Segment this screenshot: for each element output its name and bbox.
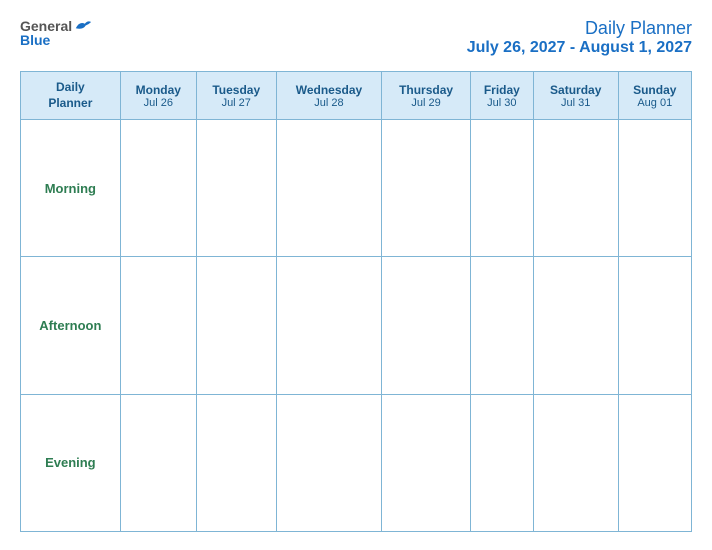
col-sunday: Sunday Aug 01 [618, 72, 691, 120]
evening-saturday[interactable] [533, 394, 618, 531]
col-wednesday: Wednesday Jul 28 [276, 72, 382, 120]
evening-sunday[interactable] [618, 394, 691, 531]
col-thursday: Thursday Jul 29 [382, 72, 470, 120]
morning-friday[interactable] [470, 120, 533, 257]
morning-label: Morning [21, 120, 121, 257]
table-header-label: Daily Planner [21, 72, 121, 120]
afternoon-thursday[interactable] [382, 257, 470, 394]
planner-title: Daily Planner [467, 18, 692, 39]
evening-tuesday[interactable] [196, 394, 276, 531]
afternoon-friday[interactable] [470, 257, 533, 394]
morning-sunday[interactable] [618, 120, 691, 257]
evening-wednesday[interactable] [276, 394, 382, 531]
afternoon-tuesday[interactable] [196, 257, 276, 394]
date-range: July 26, 2027 - August 1, 2027 [467, 39, 692, 57]
page: General Blue Daily Planner July 26, 2027… [0, 0, 712, 550]
logo-bird-icon [74, 19, 92, 33]
afternoon-label: Afternoon [21, 257, 121, 394]
col-saturday: Saturday Jul 31 [533, 72, 618, 120]
row-morning: Morning [21, 120, 692, 257]
afternoon-sunday[interactable] [618, 257, 691, 394]
evening-friday[interactable] [470, 394, 533, 531]
afternoon-monday[interactable] [120, 257, 196, 394]
col-tuesday: Tuesday Jul 27 [196, 72, 276, 120]
afternoon-saturday[interactable] [533, 257, 618, 394]
logo-blue-text: Blue [20, 32, 50, 48]
evening-label: Evening [21, 394, 121, 531]
title-block: Daily Planner July 26, 2027 - August 1, … [467, 18, 692, 57]
col-friday: Friday Jul 30 [470, 72, 533, 120]
col-monday: Monday Jul 26 [120, 72, 196, 120]
morning-monday[interactable] [120, 120, 196, 257]
morning-tuesday[interactable] [196, 120, 276, 257]
header: General Blue Daily Planner July 26, 2027… [20, 18, 692, 57]
calendar-table: Daily Planner Monday Jul 26 Tuesday Jul … [20, 71, 692, 532]
row-evening: Evening [21, 394, 692, 531]
morning-thursday[interactable] [382, 120, 470, 257]
logo: General Blue [20, 18, 92, 48]
morning-saturday[interactable] [533, 120, 618, 257]
morning-wednesday[interactable] [276, 120, 382, 257]
afternoon-wednesday[interactable] [276, 257, 382, 394]
evening-monday[interactable] [120, 394, 196, 531]
row-afternoon: Afternoon [21, 257, 692, 394]
evening-thursday[interactable] [382, 394, 470, 531]
